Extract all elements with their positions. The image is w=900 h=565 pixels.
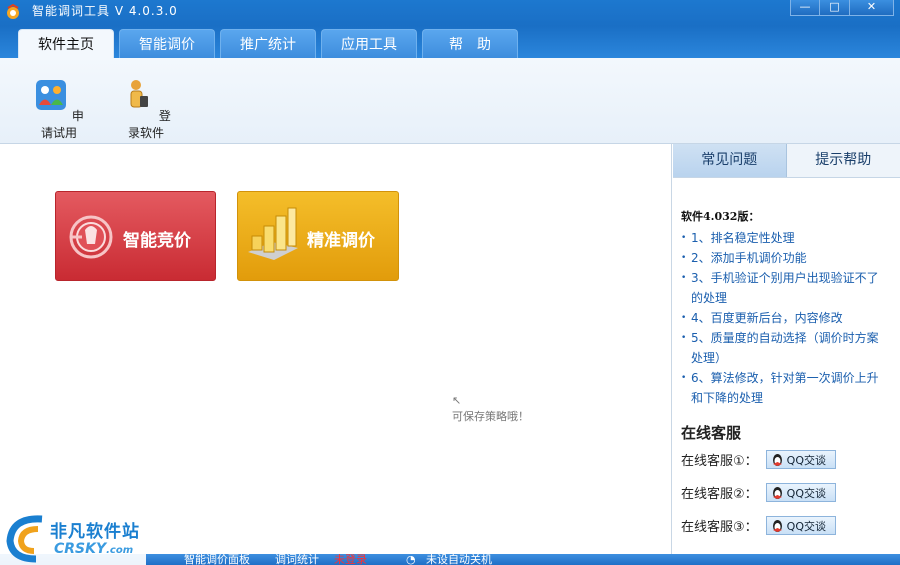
toolbar: 申请试用 登录软件 <box>0 58 900 144</box>
title-bar: 智能调词工具 V 4.0.3.0 — □ ✕ 软件主页 智能调价 推广统计 应用… <box>0 0 900 58</box>
smart-bidding-label: 智能竞价 <box>123 231 191 251</box>
help-panel: 常见问题 提示帮助 软件4.032版： 1、排名稳定性处理 2、添加手机调价功能… <box>673 144 900 554</box>
qq-penguin-icon <box>772 453 782 466</box>
smart-bidding-button[interactable]: 智能竞价 <box>55 191 216 281</box>
note-item[interactable]: 1、排名稳定性处理 <box>681 228 890 248</box>
note-item[interactable]: 4、百度更新后台，内容修改 <box>681 308 890 328</box>
tab-faq[interactable]: 常见问题 <box>673 144 787 177</box>
tab-help[interactable]: 帮 助 <box>422 29 518 58</box>
login-label: 登录软件 <box>127 109 171 140</box>
window-title: 智能调词工具 V 4.0.3.0 <box>32 4 178 18</box>
qq-chat-button[interactable]: QQ交谈 <box>765 450 836 469</box>
pointer-icon: ↖ <box>452 394 462 407</box>
target-icon <box>69 215 113 259</box>
status-panel[interactable]: 智能调价面板 <box>184 554 250 565</box>
tab-smart-pricing[interactable]: 智能调价 <box>119 29 215 58</box>
watermark-logo-icon <box>6 515 43 563</box>
tab-app-tools[interactable]: 应用工具 <box>321 29 417 58</box>
qq-chat-label: QQ交谈 <box>786 486 826 500</box>
note-item[interactable]: 5、质量度的自动选择（调价时方案处理） <box>681 328 890 368</box>
close-button[interactable]: ✕ <box>850 0 894 16</box>
app-logo-icon <box>7 4 19 19</box>
watermark-en-text: CRSKY.com <box>54 541 134 557</box>
main-tabs: 软件主页 智能调价 推广统计 应用工具 帮 助 <box>18 29 518 58</box>
service-row: 在线客服②： QQ交谈 <box>681 476 890 509</box>
watermark-cn-text: 非凡软件站 <box>50 522 140 542</box>
qq-penguin-icon <box>772 486 782 499</box>
maximize-button[interactable]: □ <box>820 0 850 16</box>
status-login-state: 未登录 <box>334 554 367 565</box>
qq-chat-button[interactable]: QQ交谈 <box>765 516 836 535</box>
release-notes: 软件4.032版： 1、排名稳定性处理 2、添加手机调价功能 3、手机验证个别用… <box>673 178 900 542</box>
status-stats[interactable]: 调词统计 <box>275 554 319 565</box>
service-label: 在线客服②： <box>681 487 758 502</box>
status-shutdown[interactable]: 未设自动关机 <box>426 554 492 565</box>
qq-chat-label: QQ交谈 <box>786 453 826 467</box>
service-label: 在线客服①： <box>681 454 758 469</box>
note-item[interactable]: 6、算法修改，针对第一次调价上升和下降的处理 <box>681 368 890 408</box>
precise-pricing-button[interactable]: 精准调价 <box>237 191 399 281</box>
version-title: 软件4.032版： <box>681 210 760 223</box>
qq-penguin-icon <box>772 519 782 532</box>
precise-pricing-label: 精准调价 <box>307 231 375 251</box>
bar-chart-icon <box>248 207 298 260</box>
qq-chat-label: QQ交谈 <box>786 519 826 533</box>
service-label: 在线客服③： <box>681 520 758 535</box>
qq-chat-button[interactable]: QQ交谈 <box>765 483 836 502</box>
clock-icon: ◔ <box>406 554 416 565</box>
minimize-button[interactable]: — <box>790 0 820 16</box>
apply-trial-button[interactable]: 申请试用 <box>34 78 84 141</box>
users-icon <box>36 80 67 110</box>
tab-promotion-stats[interactable]: 推广统计 <box>220 29 316 58</box>
login-button[interactable]: 登录软件 <box>120 78 172 141</box>
apply-trial-label: 申请试用 <box>40 109 84 140</box>
site-watermark: 非凡软件站 CRSKY.com <box>0 511 146 565</box>
main-panel: 智能竞价 精准调价 ↖ 可保存策略哦！ <box>0 144 672 554</box>
online-service-title: 在线客服 <box>681 424 742 442</box>
note-item[interactable]: 2、添加手机调价功能 <box>681 248 890 268</box>
service-row: 在线客服③： QQ交谈 <box>681 509 890 542</box>
save-strategy-text: 可保存策略哦！ <box>452 410 529 423</box>
tab-tips[interactable]: 提示帮助 <box>787 144 900 177</box>
tab-home[interactable]: 软件主页 <box>18 29 114 58</box>
note-item[interactable]: 3、手机验证个别用户出现验证不了的处理 <box>681 268 890 308</box>
save-strategy-hint: ↖ 可保存策略哦！ <box>452 394 529 424</box>
user-login-icon <box>130 80 149 108</box>
service-row: 在线客服①： QQ交谈 <box>681 443 890 476</box>
